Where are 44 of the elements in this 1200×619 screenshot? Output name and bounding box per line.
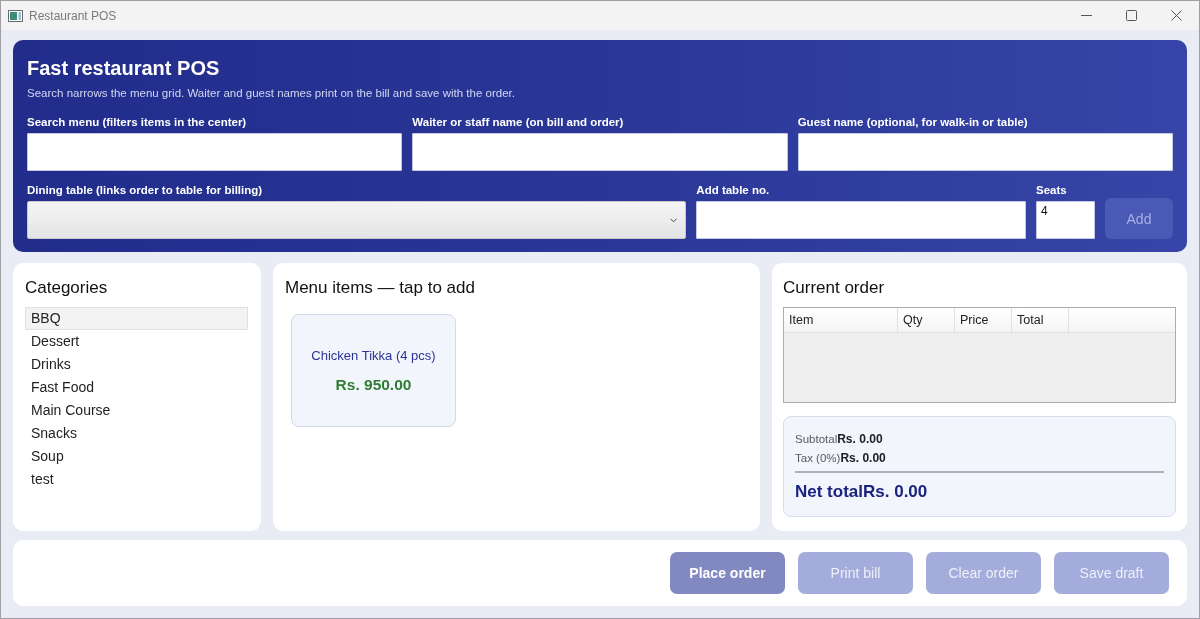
text-field[interactable] — [696, 201, 1026, 239]
menu-item-name: Chicken Tikka (4 pcs) — [311, 347, 436, 364]
field-label: Waiter or staff name (on bill and order) — [412, 115, 625, 129]
field-label: Search menu (filters items in the center) — [27, 115, 248, 129]
text-field[interactable] — [797, 133, 1173, 171]
panel-title: Menu items — tap to add — [285, 277, 476, 299]
panel-title: Current order — [783, 277, 886, 299]
total-label: Tax (0%) — [795, 451, 841, 464]
close-icon — [1171, 10, 1182, 21]
total-label: Subtotal — [795, 432, 838, 445]
dropdown-field[interactable] — [27, 201, 687, 239]
menu-item-price: Rs. 950.00 — [335, 375, 412, 394]
category-item[interactable]: Drinks — [25, 353, 248, 376]
category-item[interactable]: Snacks — [25, 422, 248, 445]
chevron-down-icon — [670, 217, 678, 223]
panel-title: Categories — [25, 277, 109, 299]
menu-item-card[interactable]: Chicken Tikka (4 pcs) Rs. 950.00 — [291, 314, 456, 427]
field-label: Dining table (links order to table for billing) — [27, 183, 264, 197]
net-total-label: Net total — [795, 482, 863, 502]
minimize-icon — [1081, 15, 1092, 16]
maximize-icon — [1126, 10, 1137, 21]
column-header[interactable]: Qty — [898, 308, 955, 332]
total-value: Rs. 0.00 — [837, 431, 883, 446]
field-label: Guest name (optional, for walk-in or table) — [797, 115, 1029, 129]
app-heading: Fast restaurant POS — [27, 56, 221, 81]
number-field[interactable]: 4 — [1036, 201, 1095, 239]
text-field[interactable] — [27, 133, 403, 171]
column-header[interactable]: Total — [1012, 308, 1069, 332]
net-total-value: Rs. 0.00 — [863, 482, 928, 502]
category-item[interactable]: Main Course — [25, 399, 248, 422]
field-label: Add table no. — [696, 183, 771, 197]
category-item[interactable]: BBQ — [25, 307, 248, 330]
category-item[interactable]: test — [25, 468, 248, 491]
header-description: Search narrows the menu grid. Waiter and guest names print on the bill and save with the order. — [27, 86, 516, 101]
app-window-icon — [8, 9, 23, 22]
category-item[interactable]: Fast Food — [25, 376, 248, 399]
window-title: Restaurant POS — [29, 8, 117, 23]
total-value: Rs. 0.00 — [840, 450, 886, 465]
column-header[interactable]: Price — [955, 308, 1012, 332]
text-field[interactable] — [412, 133, 788, 171]
column-header[interactable]: Item — [784, 308, 898, 332]
category-item[interactable]: Soup — [25, 445, 248, 468]
category-item[interactable]: Dessert — [25, 330, 248, 353]
field-label: Seats — [1036, 183, 1068, 197]
